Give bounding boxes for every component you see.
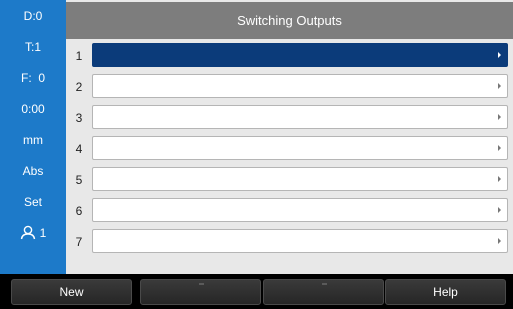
new-softkey[interactable]: New: [11, 279, 132, 305]
row-number: 4: [75, 141, 83, 156]
chevron-right-icon: [498, 52, 501, 58]
user-icon: [20, 225, 36, 240]
softkey-2[interactable]: [140, 279, 261, 305]
units-indicator[interactable]: mm: [0, 124, 66, 155]
chevron-right-icon: [498, 145, 501, 151]
chevron-right-icon: [498, 176, 501, 182]
set-label: Set: [23, 194, 42, 209]
datum-indicator[interactable]: D:0: [0, 0, 66, 31]
row-number: 1: [75, 48, 83, 63]
switching-output-row[interactable]: 7: [66, 226, 513, 257]
switching-output-row[interactable]: 6: [66, 195, 513, 226]
switching-output-row[interactable]: 3: [66, 102, 513, 133]
page-title: Switching Outputs: [66, 2, 513, 39]
feed-label: F: 0: [20, 70, 45, 85]
selected-row-field[interactable]: [92, 43, 508, 67]
units-label: mm: [23, 132, 43, 147]
row-field[interactable]: [92, 229, 508, 253]
row-field[interactable]: [92, 167, 508, 191]
mode-indicator[interactable]: Abs: [0, 155, 66, 186]
softkey-3-mark: [321, 283, 327, 285]
help-softkey-label: Help: [433, 285, 458, 299]
new-softkey-label: New: [59, 285, 84, 299]
stopwatch-label: 0:00: [21, 101, 45, 116]
row-field[interactable]: [92, 74, 508, 98]
row-number: 6: [75, 203, 83, 218]
switching-output-row[interactable]: 1: [66, 40, 513, 71]
tool-label: T:1: [24, 39, 41, 54]
row-field[interactable]: [92, 136, 508, 160]
row-number: 3: [75, 110, 83, 125]
help-softkey[interactable]: Help: [385, 279, 506, 305]
set-indicator[interactable]: Set: [0, 186, 66, 217]
switching-output-row[interactable]: 2: [66, 71, 513, 102]
main-panel: Switching Outputs 1 2 3 4 5 6 7: [66, 0, 513, 274]
row-field[interactable]: [92, 198, 508, 222]
row-number: 7: [75, 234, 83, 249]
mode-label: Abs: [22, 163, 44, 178]
dro-screen: D:0 T:1 F: 0 0:00 mm Abs Set 1 Switching…: [0, 0, 513, 309]
operator-number: 1: [39, 225, 47, 240]
chevron-right-icon: [498, 207, 501, 213]
datum-label: D:0: [23, 8, 43, 23]
chevron-right-icon: [498, 238, 501, 244]
row-number: 2: [75, 79, 83, 94]
softkey-2-mark: [198, 283, 204, 285]
status-bar: D:0 T:1 F: 0 0:00 mm Abs Set 1: [0, 0, 66, 274]
operator-indicator[interactable]: 1: [0, 217, 66, 248]
chevron-right-icon: [498, 114, 501, 120]
switching-output-row[interactable]: 5: [66, 164, 513, 195]
stopwatch-indicator[interactable]: 0:00: [0, 93, 66, 124]
softkey-3[interactable]: [263, 279, 384, 305]
feed-indicator[interactable]: F: 0: [0, 62, 66, 93]
tool-indicator[interactable]: T:1: [0, 31, 66, 62]
row-field[interactable]: [92, 105, 508, 129]
switching-output-row[interactable]: 4: [66, 133, 513, 164]
chevron-right-icon: [498, 83, 501, 89]
softkey-bar: New Help: [0, 274, 513, 309]
row-number: 5: [75, 172, 83, 187]
